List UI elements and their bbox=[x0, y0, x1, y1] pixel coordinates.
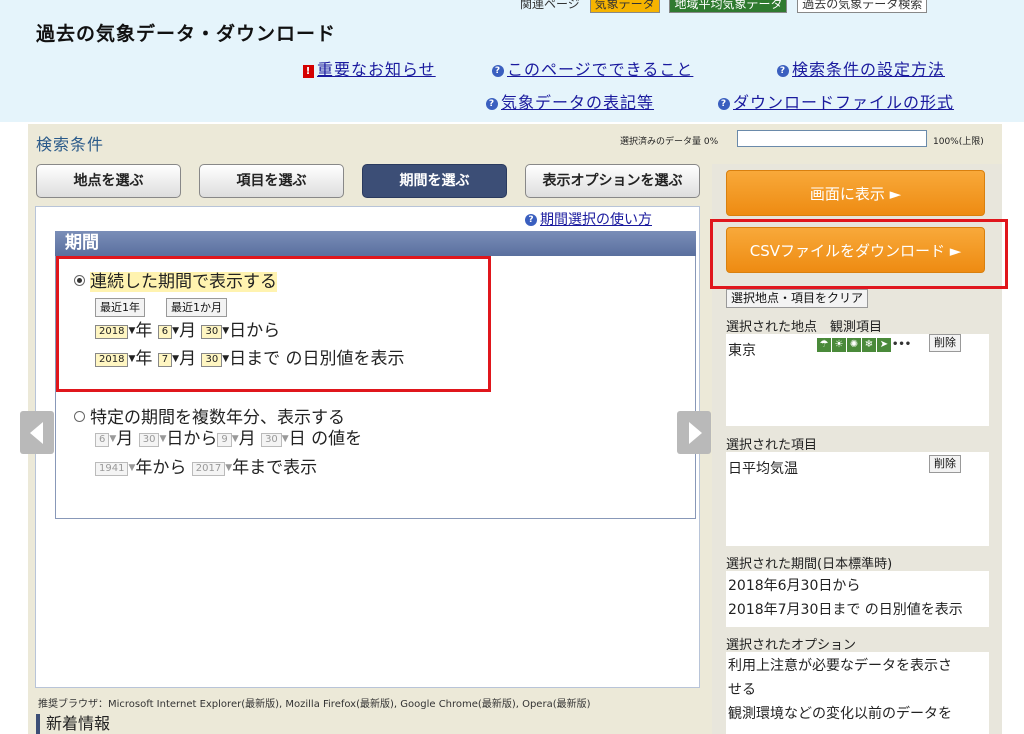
data-amount-max: 100%(上限) bbox=[933, 137, 984, 147]
more-icon: ••• bbox=[892, 339, 912, 350]
rain-icon: ☂ bbox=[817, 338, 831, 352]
show-on-screen-button[interactable]: 画面に表示 ► bbox=[726, 170, 985, 216]
clear-selection-button[interactable]: 選択地点・項目をクリア bbox=[726, 289, 869, 308]
important-notice-link[interactable]: ! 重要なお知らせ bbox=[303, 56, 436, 80]
about-page-link[interactable]: ? このページでできること bbox=[492, 56, 693, 80]
multi-end-month-select[interactable]: 9 bbox=[217, 433, 232, 447]
year-from-text: 年から bbox=[135, 458, 187, 478]
notation-label: 気象データの表記等 bbox=[501, 93, 655, 112]
tab-period[interactable]: 期間を選ぶ bbox=[362, 164, 507, 198]
page-title: 過去の気象データ・ダウンロード bbox=[36, 23, 337, 45]
next-tab-arrow[interactable] bbox=[677, 411, 711, 454]
option-line3: 観測環境などの変化以前のデータを bbox=[728, 706, 952, 722]
help-icon: ? bbox=[718, 98, 730, 110]
recommended-browsers: 推奨ブラウザ：Microsoft Internet Explorer(最新版),… bbox=[38, 699, 591, 710]
data-amount-label: 選択済みのデータ量 0% bbox=[620, 137, 719, 147]
related-pages-label: 関連ページ bbox=[520, 0, 580, 11]
file-format-label: ダウンロードファイルの形式 bbox=[733, 93, 955, 112]
help-icon: ? bbox=[492, 65, 504, 77]
delete-station-button[interactable]: 削除 bbox=[929, 334, 961, 352]
month-unit: 月 bbox=[116, 429, 134, 449]
news-title: 新着情報 bbox=[36, 714, 110, 734]
notation-link[interactable]: ? 気象データの表記等 bbox=[486, 89, 654, 113]
highlight-continuous-period bbox=[56, 256, 491, 392]
multi-end-day-select[interactable]: 30 bbox=[261, 433, 282, 447]
important-notice-label: 重要なお知らせ bbox=[317, 60, 436, 79]
settings-help-link[interactable]: ? 検索条件の設定方法 bbox=[777, 56, 945, 80]
multi-year-option[interactable]: 特定の期間を複数年分、表示する bbox=[74, 403, 345, 428]
page: 関連ページ 気象データ 地域平均気象データ 過去の気象データ検索 過去の気象デー… bbox=[0, 0, 1024, 734]
previous-tab-arrow[interactable] bbox=[20, 411, 54, 454]
month-unit: 月 bbox=[238, 429, 256, 449]
related-link-weather-data[interactable]: 気象データ bbox=[589, 0, 660, 13]
related-link-past-search[interactable]: 過去の気象データ検索 bbox=[797, 0, 928, 13]
alert-icon: ! bbox=[303, 65, 314, 78]
selected-stations-label: 選択された地点 観測項目 bbox=[726, 320, 883, 335]
related-pages: 関連ページ 気象データ 地域平均気象データ 過去の気象データ検索 bbox=[520, 0, 928, 13]
month-arrow: ▼ bbox=[231, 434, 239, 444]
selected-options-label: 選択されたオプション bbox=[726, 638, 857, 653]
multi-to-year-select[interactable]: 2017 bbox=[191, 462, 226, 476]
multi-year-range-row: 1941 ▼年から 2017 ▼年まで表示 bbox=[95, 457, 317, 479]
help-icon: ? bbox=[525, 214, 537, 226]
highlight-csv-button bbox=[710, 219, 1008, 289]
selected-items-label: 選択された項目 bbox=[726, 438, 818, 453]
multi-year-day-row: 6 ▼月 30 ▼日から 9 ▼月 30 ▼日 の値を bbox=[95, 428, 362, 450]
tab-station[interactable]: 地点を選ぶ bbox=[36, 164, 181, 198]
option-line1: 利用上注意が必要なデータを表示さ bbox=[728, 658, 952, 674]
tab-display-options[interactable]: 表示オプションを選ぶ bbox=[525, 164, 700, 198]
period-help-label: 期間選択の使い方 bbox=[540, 212, 652, 228]
period-help-link[interactable]: ? 期間選択の使い方 bbox=[525, 209, 652, 229]
tab-items[interactable]: 項目を選ぶ bbox=[199, 164, 344, 198]
multi-start-day-select[interactable]: 30 bbox=[138, 433, 160, 447]
day-arrow: ▼ bbox=[281, 434, 289, 444]
file-format-link[interactable]: ? ダウンロードファイルの形式 bbox=[718, 89, 954, 113]
sunshine-icon: ✺ bbox=[847, 338, 861, 352]
selected-period-line2: 2018年7月30日まで の日別値を表示 bbox=[728, 602, 963, 618]
arrow-right-icon bbox=[689, 422, 702, 444]
from-text: 日から bbox=[166, 429, 218, 449]
delete-item-button[interactable]: 削除 bbox=[929, 455, 961, 473]
snow-icon: ❄ bbox=[862, 338, 876, 352]
wind-icon: ➤ bbox=[877, 338, 891, 352]
station-element-icons: ☂ ☀ ✺ ❄ ➤ ••• bbox=[817, 338, 911, 352]
multi-from-year-select[interactable]: 1941 bbox=[95, 462, 129, 476]
item-name: 日平均気温 bbox=[728, 461, 798, 477]
search-title: 検索条件 bbox=[36, 135, 105, 154]
help-icon: ? bbox=[777, 65, 789, 77]
multi-year-radio[interactable] bbox=[74, 411, 85, 422]
multi-year-label: 特定の期間を複数年分、表示する bbox=[90, 408, 345, 428]
period-header: 期間 bbox=[55, 231, 696, 256]
selected-period-line1: 2018年6月30日から bbox=[728, 578, 861, 594]
year-to-text: 年まで表示 bbox=[232, 458, 318, 478]
help-icon: ? bbox=[486, 98, 498, 110]
option-line2: せる bbox=[728, 682, 756, 698]
settings-help-label: 検索条件の設定方法 bbox=[792, 60, 946, 79]
arrow-left-icon bbox=[30, 422, 43, 444]
selected-period-label: 選択された期間(日本標準時) bbox=[726, 557, 893, 572]
day-values-text: 日 の値を bbox=[288, 429, 363, 449]
related-link-regional-data[interactable]: 地域平均気象データ bbox=[669, 0, 788, 13]
sun-icon: ☀ bbox=[832, 338, 846, 352]
about-page-label: このページでできること bbox=[507, 60, 694, 79]
station-name: 東京 bbox=[728, 343, 756, 359]
data-amount-bar bbox=[737, 130, 927, 147]
multi-start-month-select[interactable]: 6 bbox=[95, 433, 110, 447]
